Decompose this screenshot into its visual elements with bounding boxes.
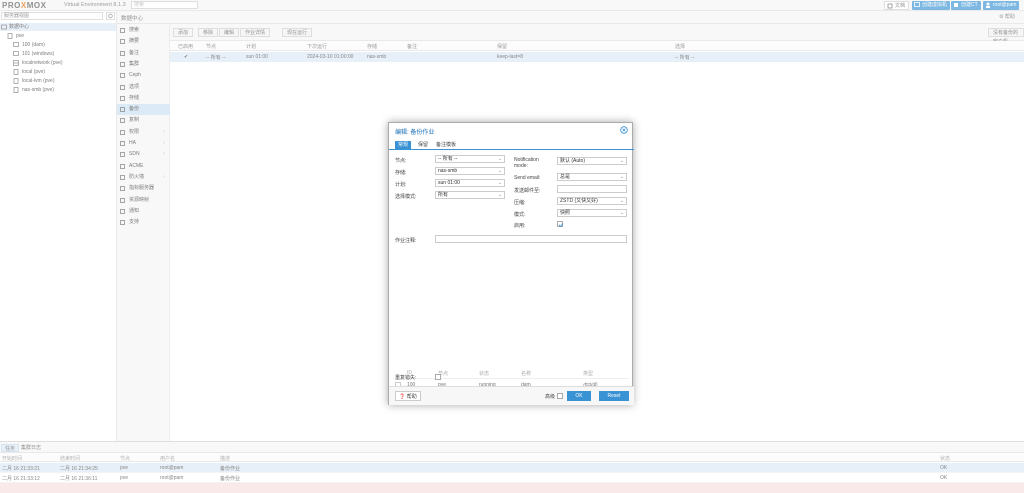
selection-mode-select[interactable]: 所有 ⌄ <box>435 191 505 199</box>
help-icon: ❓ <box>399 394 406 400</box>
chevron-down-icon: ⌄ <box>497 192 502 198</box>
chevron-down-icon: ⌄ <box>497 180 502 186</box>
node-select[interactable]: -- 所有 -- ⌄ <box>435 155 505 163</box>
compression-select[interactable]: ZSTD (又快又好) ⌄ <box>557 197 627 205</box>
tab-note-template[interactable]: 备注模板 <box>433 141 459 150</box>
tab-retention[interactable]: 保留 <box>415 141 431 150</box>
schedule-input[interactable]: sun 01:00 ⌄ <box>435 179 505 187</box>
storage-select[interactable]: nas-smb ⌄ <box>435 167 505 175</box>
mailto-input[interactable] <box>557 185 627 193</box>
job-comment-input[interactable] <box>435 235 627 243</box>
enabled-checkbox[interactable] <box>557 221 564 228</box>
close-icon[interactable] <box>620 126 628 134</box>
chevron-down-icon: ⌄ <box>619 210 624 216</box>
tab-general[interactable]: 常规 <box>395 141 412 150</box>
repeat-missed-checkbox[interactable] <box>435 374 441 380</box>
dialog-footer: ❓ 帮助 高级 OK Reset <box>389 386 634 405</box>
chevron-down-icon: ⌄ <box>497 156 502 162</box>
dialog-title: 编辑: 备份作业 <box>395 130 435 136</box>
reset-button[interactable]: Reset <box>599 391 629 401</box>
chevron-down-icon: ⌄ <box>619 198 624 204</box>
notification-mode-select[interactable]: 默认 (Auto) ⌄ <box>557 157 627 165</box>
help-button[interactable]: ❓ 帮助 <box>395 391 421 401</box>
advanced-checkbox[interactable] <box>557 393 563 399</box>
dialog-tabs: 常规 保留 备注模板 <box>389 139 634 150</box>
vm-grid-header: ID 节点 状态 名称 类型 <box>393 369 629 379</box>
edit-backup-job-dialog: 编辑: 备份作业 常规 保留 备注模板 节点: -- 所有 -- ⌄ 存储: na… <box>388 122 634 405</box>
ok-button[interactable]: OK <box>567 391 591 401</box>
chevron-down-icon: ⌄ <box>619 174 624 180</box>
chevron-down-icon: ⌄ <box>619 158 624 164</box>
send-email-select[interactable]: 总是 ⌄ <box>557 173 627 181</box>
mode-select[interactable]: 快照 ⌄ <box>557 209 627 217</box>
chevron-down-icon: ⌄ <box>497 168 502 174</box>
